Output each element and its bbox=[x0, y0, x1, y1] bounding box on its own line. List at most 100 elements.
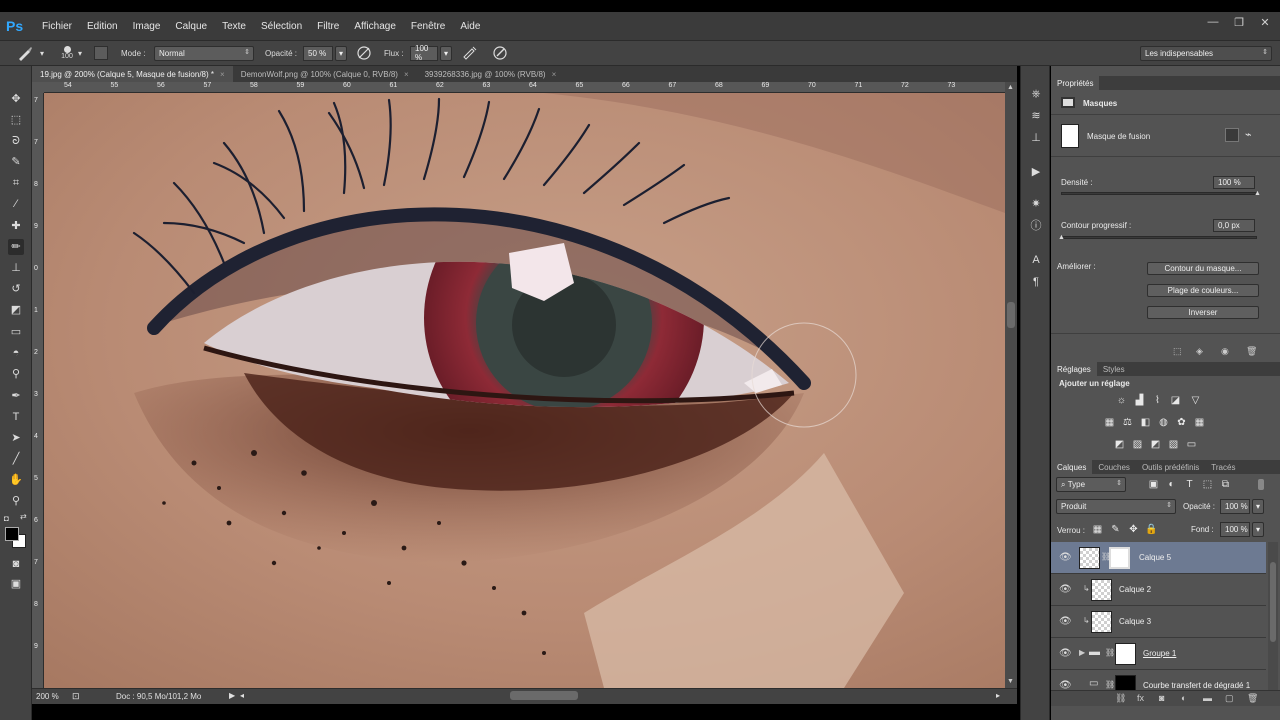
load-selection-icon[interactable]: ⬚ bbox=[1173, 346, 1182, 357]
pen-tool-icon[interactable]: ✒ bbox=[8, 388, 24, 404]
delete-mask-icon[interactable]: 🗑 bbox=[1246, 346, 1257, 357]
canvas-horizontal-scroll-thumb[interactable] bbox=[510, 691, 578, 700]
airbrush-icon[interactable] bbox=[462, 41, 478, 65]
eraser-tool-icon[interactable]: ◩ bbox=[8, 302, 24, 318]
feather-slider[interactable] bbox=[1061, 236, 1257, 239]
canvas-vertical-scrollbar[interactable] bbox=[1005, 82, 1017, 688]
feather-input[interactable]: 0,0 px bbox=[1213, 219, 1255, 232]
density-slider-handle-icon[interactable]: ▲ bbox=[1254, 190, 1261, 197]
exposure-icon[interactable]: ◪ bbox=[1169, 394, 1182, 407]
toggle-mask-icon[interactable]: ◉ bbox=[1221, 346, 1229, 357]
layer-row[interactable]: 👁 ↳ Calque 3 bbox=[1051, 606, 1266, 638]
canvas-vertical-scroll-thumb[interactable] bbox=[1007, 302, 1015, 328]
expand-group-icon[interactable]: ▶ bbox=[1079, 648, 1085, 657]
menu-calque[interactable]: Calque bbox=[175, 21, 207, 32]
tab-19-jpg[interactable]: 19.jpg @ 200% (Calque 5, Masque de fusio… bbox=[32, 66, 233, 82]
delete-layer-icon[interactable]: 🗑 bbox=[1247, 693, 1258, 704]
tab-traces[interactable]: Tracés bbox=[1205, 463, 1241, 472]
clone-source-icon[interactable]: ⊥ bbox=[1028, 130, 1044, 146]
vector-mask-icon[interactable]: ⌁ bbox=[1245, 128, 1252, 141]
lasso-tool-icon[interactable]: ᘐ bbox=[8, 133, 24, 149]
channel-mixer-icon[interactable]: ✿ bbox=[1175, 416, 1188, 429]
actions-play-icon[interactable]: ▶ bbox=[1028, 164, 1044, 180]
levels-icon[interactable]: ▟ bbox=[1133, 394, 1146, 407]
character-panel-icon[interactable]: A bbox=[1028, 252, 1044, 268]
minimize-button[interactable]: — bbox=[1206, 16, 1220, 29]
tab-3939268336-jpg[interactable]: 3939268336.jpg @ 100% (RVB/8) × bbox=[417, 66, 565, 82]
group-mask-thumbnail[interactable] bbox=[1115, 643, 1136, 665]
invert-button[interactable]: Inverser bbox=[1147, 306, 1259, 319]
pixel-mask-icon[interactable] bbox=[1225, 128, 1239, 142]
path-selection-tool-icon[interactable]: ➤ bbox=[8, 430, 24, 446]
flow-dropdown-button[interactable]: ▾ bbox=[440, 45, 452, 61]
layer-mask-thumbnail[interactable] bbox=[1109, 547, 1130, 569]
filter-pixel-icon[interactable]: ▣ bbox=[1147, 478, 1160, 491]
filter-adjustment-icon[interactable]: ◐ bbox=[1165, 478, 1178, 491]
new-adjustment-icon[interactable]: ◐ bbox=[1181, 693, 1186, 703]
flow-input[interactable]: 100 % bbox=[410, 44, 438, 62]
posterize-icon[interactable]: ▨ bbox=[1131, 438, 1144, 451]
blur-tool-icon[interactable]: ◓ bbox=[8, 345, 24, 361]
filter-smart-object-icon[interactable]: ⧉ bbox=[1219, 478, 1232, 491]
zoom-tool-icon[interactable]: ⚲ bbox=[8, 493, 24, 509]
layers-scroll-thumb[interactable] bbox=[1270, 562, 1276, 642]
gradient-map-icon[interactable]: ▭ bbox=[1185, 438, 1198, 451]
close-tab-icon[interactable]: × bbox=[404, 70, 409, 79]
opacity-input[interactable]: 50 % bbox=[303, 45, 333, 61]
layer-filter-select[interactable]: ⌕ Type ⇕ bbox=[1056, 477, 1126, 492]
color-balance-icon[interactable]: ⚖ bbox=[1121, 416, 1134, 429]
brush-tool-icon[interactable] bbox=[16, 41, 34, 65]
menu-affichage[interactable]: Affichage bbox=[354, 21, 396, 32]
brush-panel-toggle-icon[interactable] bbox=[94, 41, 108, 65]
layer-row[interactable]: 👁 ↳ Calque 2 bbox=[1051, 574, 1266, 606]
document-canvas[interactable] bbox=[44, 93, 1005, 688]
quick-mask-icon[interactable]: ◙ bbox=[8, 556, 24, 572]
feather-slider-handle-icon[interactable]: ▲ bbox=[1058, 234, 1065, 241]
opacity-dropdown-button[interactable]: ▾ bbox=[335, 45, 347, 61]
pressure-opacity-icon[interactable] bbox=[356, 41, 372, 65]
link-icon[interactable]: ⛓ bbox=[1105, 648, 1115, 657]
default-colors-icon[interactable]: ◘ bbox=[4, 514, 9, 523]
tab-outils-predefinis[interactable]: Outils prédéfinis bbox=[1136, 463, 1205, 472]
new-group-icon[interactable]: ▬ bbox=[1203, 693, 1212, 703]
menu-image[interactable]: Image bbox=[133, 21, 161, 32]
vertical-ruler[interactable]: 7 7 8 9 0 1 2 3 4 5 6 7 8 9 bbox=[32, 93, 44, 688]
history-panel-icon[interactable]: ⎈ bbox=[1028, 86, 1044, 102]
color-lookup-icon[interactable]: ▦ bbox=[1193, 416, 1206, 429]
curves-icon[interactable]: ⌇ bbox=[1151, 394, 1164, 407]
menu-texte[interactable]: Texte bbox=[222, 21, 246, 32]
info-icon[interactable]: ⓘ bbox=[1028, 218, 1044, 234]
filter-type-icon[interactable]: T bbox=[1183, 478, 1196, 491]
eye-icon[interactable]: 👁 bbox=[1059, 648, 1072, 659]
brightness-contrast-icon[interactable]: ☼ bbox=[1115, 394, 1128, 407]
menu-edition[interactable]: Edition bbox=[87, 21, 118, 32]
close-button[interactable]: ✕ bbox=[1258, 16, 1272, 29]
new-layer-icon[interactable]: ▢ bbox=[1225, 693, 1234, 704]
layer-style-icon[interactable]: fx bbox=[1137, 693, 1144, 703]
export-icon[interactable]: ⊡ bbox=[72, 691, 80, 702]
invert-adjustment-icon[interactable]: ◩ bbox=[1113, 438, 1126, 451]
vibrance-icon[interactable]: ▽ bbox=[1189, 394, 1202, 407]
history-brush-tool-icon[interactable]: ↺ bbox=[8, 281, 24, 297]
eye-icon[interactable]: 👁 bbox=[1059, 616, 1072, 627]
workspace-select[interactable]: Les indispensables ⇕ bbox=[1140, 45, 1272, 61]
brush-settings-icon[interactable]: ≋ bbox=[1028, 108, 1044, 124]
screen-mode-icon[interactable]: ▣ bbox=[8, 576, 24, 592]
lock-all-icon[interactable]: 🔒 bbox=[1145, 523, 1158, 536]
zoom-level[interactable]: 200 % bbox=[36, 692, 59, 701]
fill-input[interactable]: 100 % bbox=[1220, 522, 1250, 537]
selective-color-icon[interactable]: ▧ bbox=[1167, 438, 1180, 451]
tab-styles[interactable]: Styles bbox=[1097, 365, 1131, 374]
apply-mask-icon[interactable]: ◈ bbox=[1196, 346, 1203, 357]
status-menu-arrow-icon[interactable]: ▶ bbox=[229, 691, 235, 700]
menu-selection[interactable]: Sélection bbox=[261, 21, 302, 32]
scroll-right-arrow-icon[interactable]: ▸ bbox=[996, 691, 1000, 700]
tab-couches[interactable]: Couches bbox=[1092, 463, 1136, 472]
brush-preset-picker[interactable]: 100 bbox=[56, 41, 78, 65]
paragraph-panel-icon[interactable]: ¶ bbox=[1028, 274, 1044, 290]
color-range-button[interactable]: Plage de couleurs... bbox=[1147, 284, 1259, 297]
tab-reglages[interactable]: Réglages bbox=[1051, 362, 1097, 376]
horizontal-ruler[interactable]: 54 55 56 57 58 59 60 61 62 63 64 65 66 67 68 69 70 71 72 73 bbox=[44, 82, 1005, 93]
tab-calques[interactable]: Calques bbox=[1051, 460, 1093, 474]
menu-fenetre[interactable]: Fenêtre bbox=[411, 21, 445, 32]
